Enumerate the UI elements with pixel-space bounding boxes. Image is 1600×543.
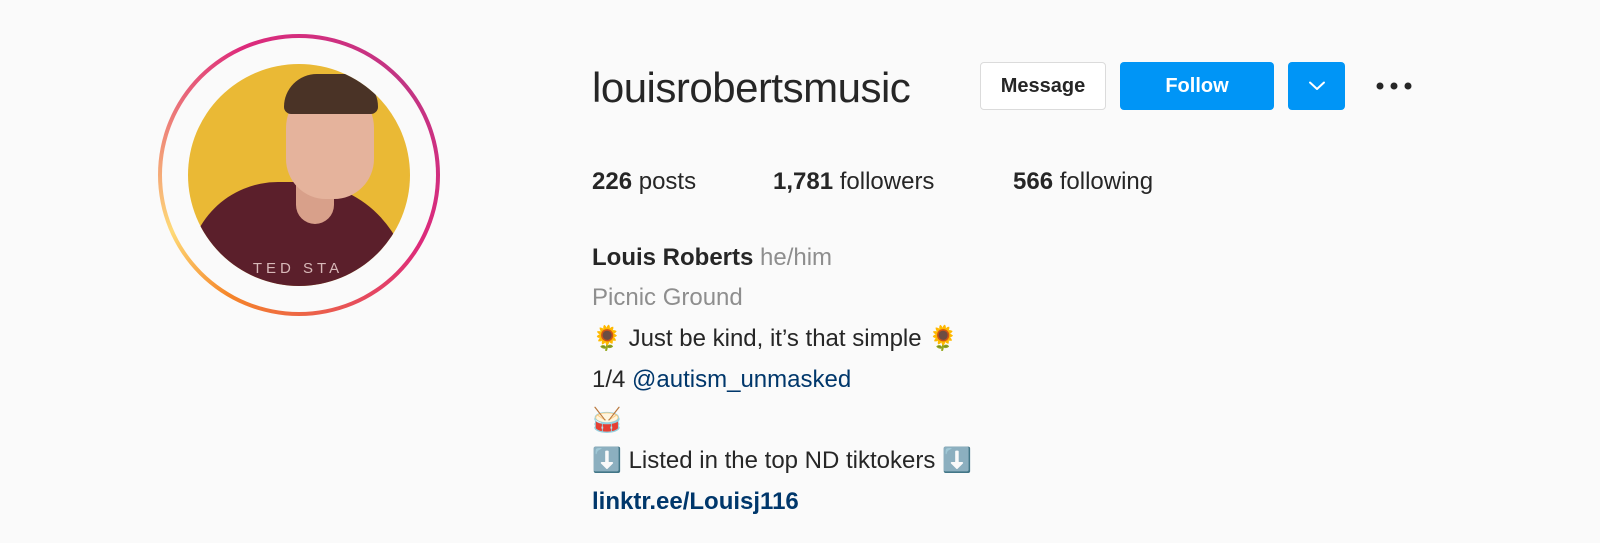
pronouns: he/him <box>760 244 833 271</box>
bio-text-listed: Listed in the top ND tiktokers <box>628 446 936 474</box>
suggested-dropdown-button[interactable] <box>1288 62 1345 110</box>
avatar-photo: TED STA <box>188 64 410 286</box>
autism-unmasked-mention-link[interactable]: @autism_unmasked <box>632 366 851 393</box>
avatar-hoodie-print: TED STA <box>252 260 344 277</box>
more-options-button[interactable] <box>1372 62 1416 110</box>
bio-line-listed: ⬇️ Listed in the top ND tiktokers ⬇️ <box>592 441 972 482</box>
posts-label: posts <box>638 168 697 195</box>
followers-stat[interactable]: 1,781 followers <box>773 166 934 198</box>
message-button[interactable]: Message <box>980 62 1106 110</box>
drum-icon: 🥁 <box>592 406 622 434</box>
avatar-hair <box>284 74 378 114</box>
bio-external-link[interactable]: linktr.ee/Louisj116 <box>592 482 972 522</box>
chevron-down-icon <box>1308 81 1325 90</box>
bio-text-kindness: Just be kind, it’s that simple <box>628 324 922 352</box>
bio-name-line: Louis Roberts he/him <box>592 238 972 278</box>
bio-line-kindness: 🌻 Just be kind, it’s that simple 🌻 <box>592 319 972 360</box>
avatar-frame: TED STA <box>162 38 436 312</box>
down-arrow-icon: ⬇️ <box>942 447 972 475</box>
sunflower-icon: 🌻 <box>592 325 622 353</box>
bio-line-drum: 🥁 <box>592 400 972 441</box>
followers-label: followers <box>839 168 935 195</box>
bio-mention-prefix: 1/4 <box>592 365 626 393</box>
following-label: following <box>1059 168 1154 195</box>
profile-avatar[interactable]: TED STA <box>158 34 440 316</box>
profile-username: louisrobertsmusic <box>592 64 911 111</box>
followers-count: 1,781 <box>773 168 834 195</box>
more-horizontal-icon <box>1376 82 1412 90</box>
follow-button[interactable]: Follow <box>1120 62 1274 110</box>
following-stat[interactable]: 566 following <box>1013 166 1153 198</box>
sunflower-icon: 🌻 <box>928 325 959 353</box>
bio-line-mention: 1/4 @autism_unmasked <box>592 360 972 400</box>
following-count: 566 <box>1013 168 1054 195</box>
posts-count: 226 <box>592 168 633 195</box>
display-name: Louis Roberts <box>592 244 754 271</box>
profile-bio: Louis Roberts he/him Picnic Ground 🌻 Jus… <box>592 238 972 522</box>
down-arrow-icon: ⬇️ <box>592 447 622 475</box>
posts-stat: 226 posts <box>592 166 696 198</box>
category-label: Picnic Ground <box>592 284 743 312</box>
